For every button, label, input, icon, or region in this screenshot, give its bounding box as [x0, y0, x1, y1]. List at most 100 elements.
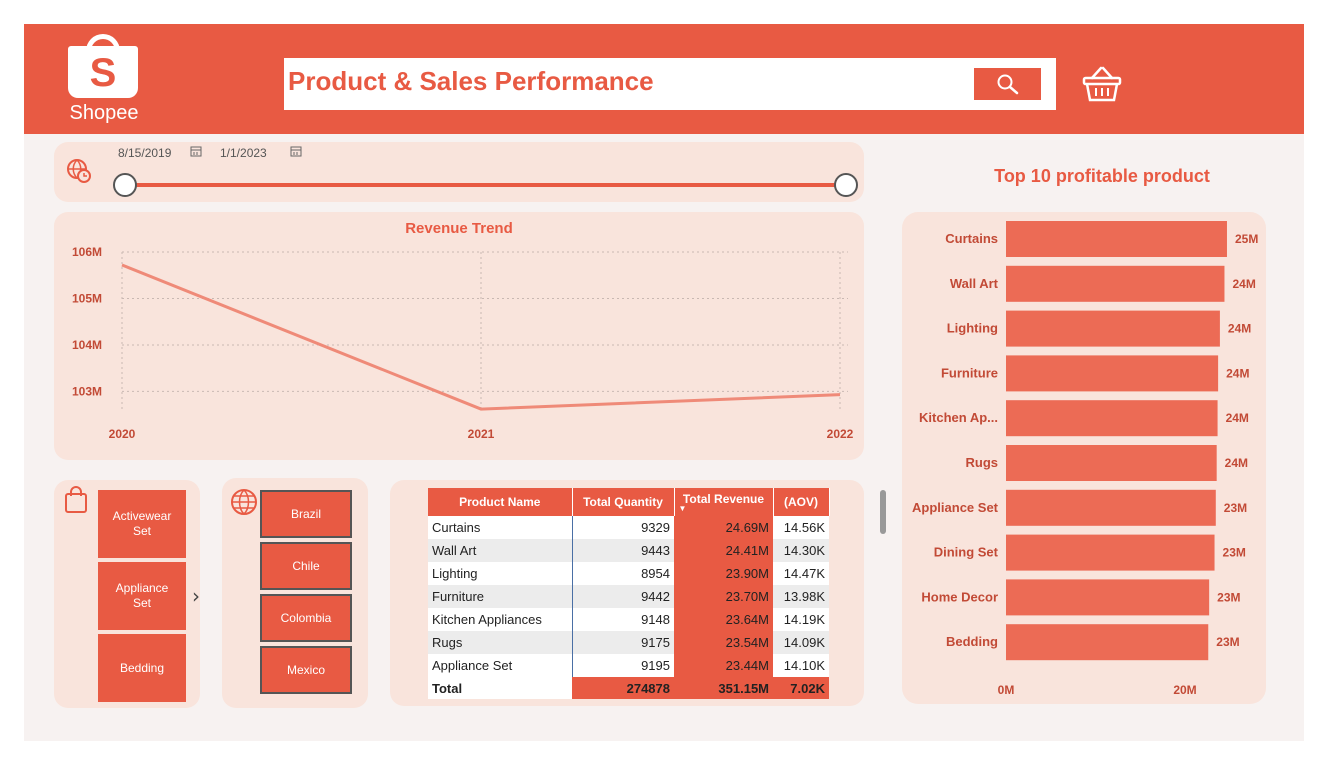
y-tick-label: 105M [72, 291, 102, 305]
cell-revenue: 23.70M [674, 585, 773, 608]
bar[interactable] [1006, 355, 1219, 392]
bar-category-label: Rugs [966, 455, 999, 470]
category-tile[interactable]: Activewear Set [98, 490, 186, 558]
bar[interactable] [1006, 265, 1225, 302]
calendar-icon[interactable] [190, 145, 202, 157]
cell-revenue: 23.90M [674, 562, 773, 585]
cell-name: Curtains [428, 516, 573, 539]
table-row[interactable]: Furniture 9442 23.70M 13.98K [428, 585, 829, 608]
country-slicer: Brazil Chile Colombia Mexico [222, 478, 368, 708]
bar-category-label: Lighting [947, 321, 998, 336]
table-row[interactable]: Appliance Set 9195 23.44M 14.10K [428, 654, 829, 677]
y-tick-label: 103M [72, 384, 102, 398]
bar[interactable] [1006, 579, 1210, 616]
slider-start-handle[interactable] [113, 173, 137, 197]
product-table-panel: Product Name Total Quantity Total Revenu… [390, 480, 864, 706]
x-tick-label: 2020 [109, 427, 136, 441]
cell-revenue: 24.69M [674, 516, 773, 539]
category-tile[interactable]: Appliance Set [98, 562, 186, 630]
cell-aov: 14.19K [773, 608, 829, 631]
bar-category-label: Home Decor [921, 589, 998, 604]
sort-desc-icon: ▼ [678, 504, 687, 513]
product-table: Product Name Total Quantity Total Revenu… [428, 488, 830, 699]
cell-aov: 13.98K [773, 585, 829, 608]
y-tick-label: 106M [72, 245, 102, 259]
table-row[interactable]: Lighting 8954 23.90M 14.47K [428, 562, 829, 585]
bar[interactable] [1006, 445, 1217, 481]
y-tick-label: 104M [72, 338, 102, 352]
cell-aov: 14.09K [773, 631, 829, 654]
slider-end-handle[interactable] [834, 173, 858, 197]
date-slider-track[interactable] [124, 183, 846, 187]
basket-icon[interactable] [1082, 64, 1122, 104]
cell-name: Kitchen Appliances [428, 608, 573, 631]
page-title: Product & Sales Performance [288, 66, 654, 96]
cell-name: Rugs [428, 631, 573, 654]
column-header[interactable]: Total Quantity [572, 488, 675, 516]
bar-category-label: Appliance Set [912, 500, 999, 515]
column-header-label: Total Revenue [682, 492, 765, 506]
bar-value-label: 24M [1232, 277, 1255, 291]
country-tile[interactable]: Brazil [260, 490, 352, 538]
calendar-icon[interactable] [290, 145, 302, 157]
country-tile[interactable]: Mexico [260, 646, 352, 694]
total-qty: 274878 [572, 677, 674, 699]
total-aov: 7.02K [773, 677, 829, 699]
bar[interactable] [1006, 310, 1220, 347]
bar[interactable] [1006, 534, 1215, 571]
cell-aov: 14.47K [773, 562, 829, 585]
x-tick-label: 20M [1173, 683, 1196, 697]
column-header[interactable]: (AOV) [773, 488, 830, 516]
table-row[interactable]: Wall Art 9443 24.41M 14.30K [428, 539, 829, 562]
start-date[interactable]: 8/15/2019 [118, 146, 171, 160]
bar[interactable] [1006, 624, 1209, 661]
bar-value-label: 24M [1226, 366, 1249, 380]
table-row[interactable]: Curtains 9329 24.69M 14.56K [428, 516, 829, 539]
bar-value-label: 24M [1226, 411, 1249, 425]
bar-value-label: 23M [1224, 501, 1247, 515]
category-slicer: Activewear Set Appliance Set Bedding › [54, 480, 200, 708]
column-header-sorted[interactable]: Total Revenue ▼ [674, 488, 774, 516]
cell-revenue: 24.41M [674, 539, 773, 562]
header-bar: S Shopee Product & Sales Performance [24, 24, 1304, 134]
revenue-trend-chart: 106M 105M 104M 103M 2020 2021 2022 [72, 245, 854, 441]
globe-icon [231, 489, 257, 515]
category-tile[interactable]: Bedding [98, 634, 186, 702]
cell-revenue: 23.44M [674, 654, 773, 677]
end-date[interactable]: 1/1/2023 [220, 146, 267, 160]
x-tick-label: 2022 [827, 427, 854, 441]
bar-category-label: Bedding [946, 634, 998, 649]
cell-qty: 9148 [572, 608, 674, 631]
bar[interactable] [1006, 221, 1227, 257]
cell-revenue: 23.64M [674, 608, 773, 631]
x-tick-label: 2021 [468, 427, 495, 441]
top10-title: Top 10 profitable product [994, 166, 1210, 186]
bar-value-label: 23M [1223, 546, 1246, 560]
bar-value-label: 23M [1217, 590, 1240, 604]
bar[interactable] [1006, 489, 1216, 526]
country-tile[interactable]: Colombia [260, 594, 352, 642]
cell-name: Furniture [428, 585, 573, 608]
bar-value-label: 24M [1228, 322, 1251, 336]
country-tile[interactable]: Chile [260, 542, 352, 590]
table-row[interactable]: Rugs 9175 23.54M 14.09K [428, 631, 829, 654]
revenue-trend-panel: Revenue Trend 106M 105M 104M 103M 2020 2021 20… [54, 212, 864, 460]
table-total-row: Total 274878 351.15M 7.02K [428, 677, 829, 699]
x-tick-label: 0M [998, 683, 1015, 697]
title-search-box: Product & Sales Performance [284, 58, 1056, 110]
search-button[interactable] [974, 68, 1041, 100]
bar-value-label: 23M [1216, 635, 1239, 649]
table-scrollbar[interactable] [880, 490, 886, 534]
cell-name: Appliance Set [428, 654, 573, 677]
bar-category-label: Dining Set [934, 545, 999, 560]
search-icon [997, 74, 1019, 95]
bar[interactable] [1006, 400, 1218, 437]
bar-category-label: Furniture [941, 365, 998, 380]
table-row[interactable]: Kitchen Appliances 9148 23.64M 14.19K [428, 608, 829, 631]
bar-value-label: 24M [1225, 456, 1248, 470]
chevron-right-icon[interactable]: › [192, 584, 200, 608]
cell-qty: 9443 [572, 539, 674, 562]
shopping-bag-icon [65, 486, 87, 513]
cell-aov: 14.30K [773, 539, 829, 562]
column-header[interactable]: Product Name [428, 488, 573, 516]
